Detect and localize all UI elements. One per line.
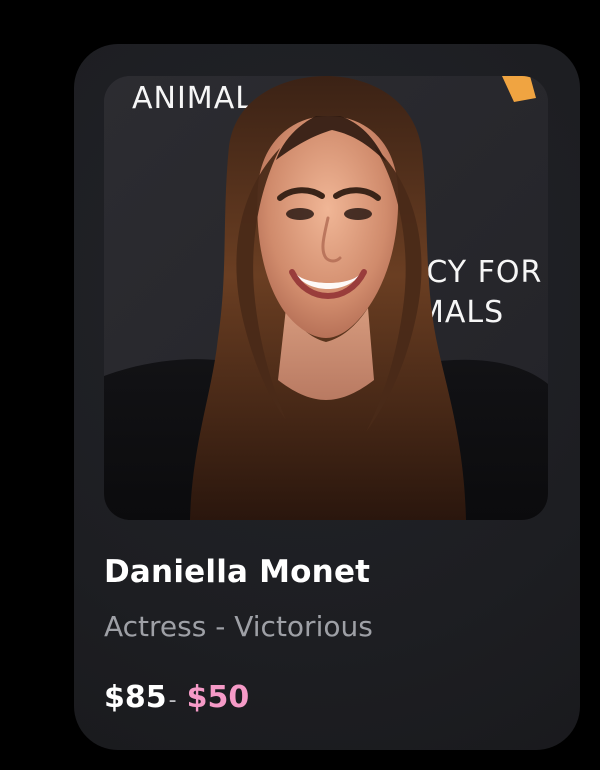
left-eye xyxy=(286,208,314,220)
right-eye xyxy=(344,208,372,220)
talent-photo: ANIMAL RCY FOR MALS xyxy=(104,76,548,520)
price-original: $85 xyxy=(104,680,167,715)
price-sale: $50 xyxy=(186,680,250,715)
price-separator: - xyxy=(168,688,177,713)
talent-card[interactable]: ANIMAL RCY FOR MALS Daniella Monet Actre… xyxy=(74,44,580,750)
backdrop-text-animal: ANIMAL xyxy=(132,81,253,116)
price-line: $85 - $50 xyxy=(104,680,249,715)
talent-subtitle: Actress - Victorious xyxy=(104,610,373,643)
talent-name: Daniella Monet xyxy=(104,554,371,590)
talent-photo-frame[interactable]: ANIMAL RCY FOR MALS xyxy=(104,76,548,520)
